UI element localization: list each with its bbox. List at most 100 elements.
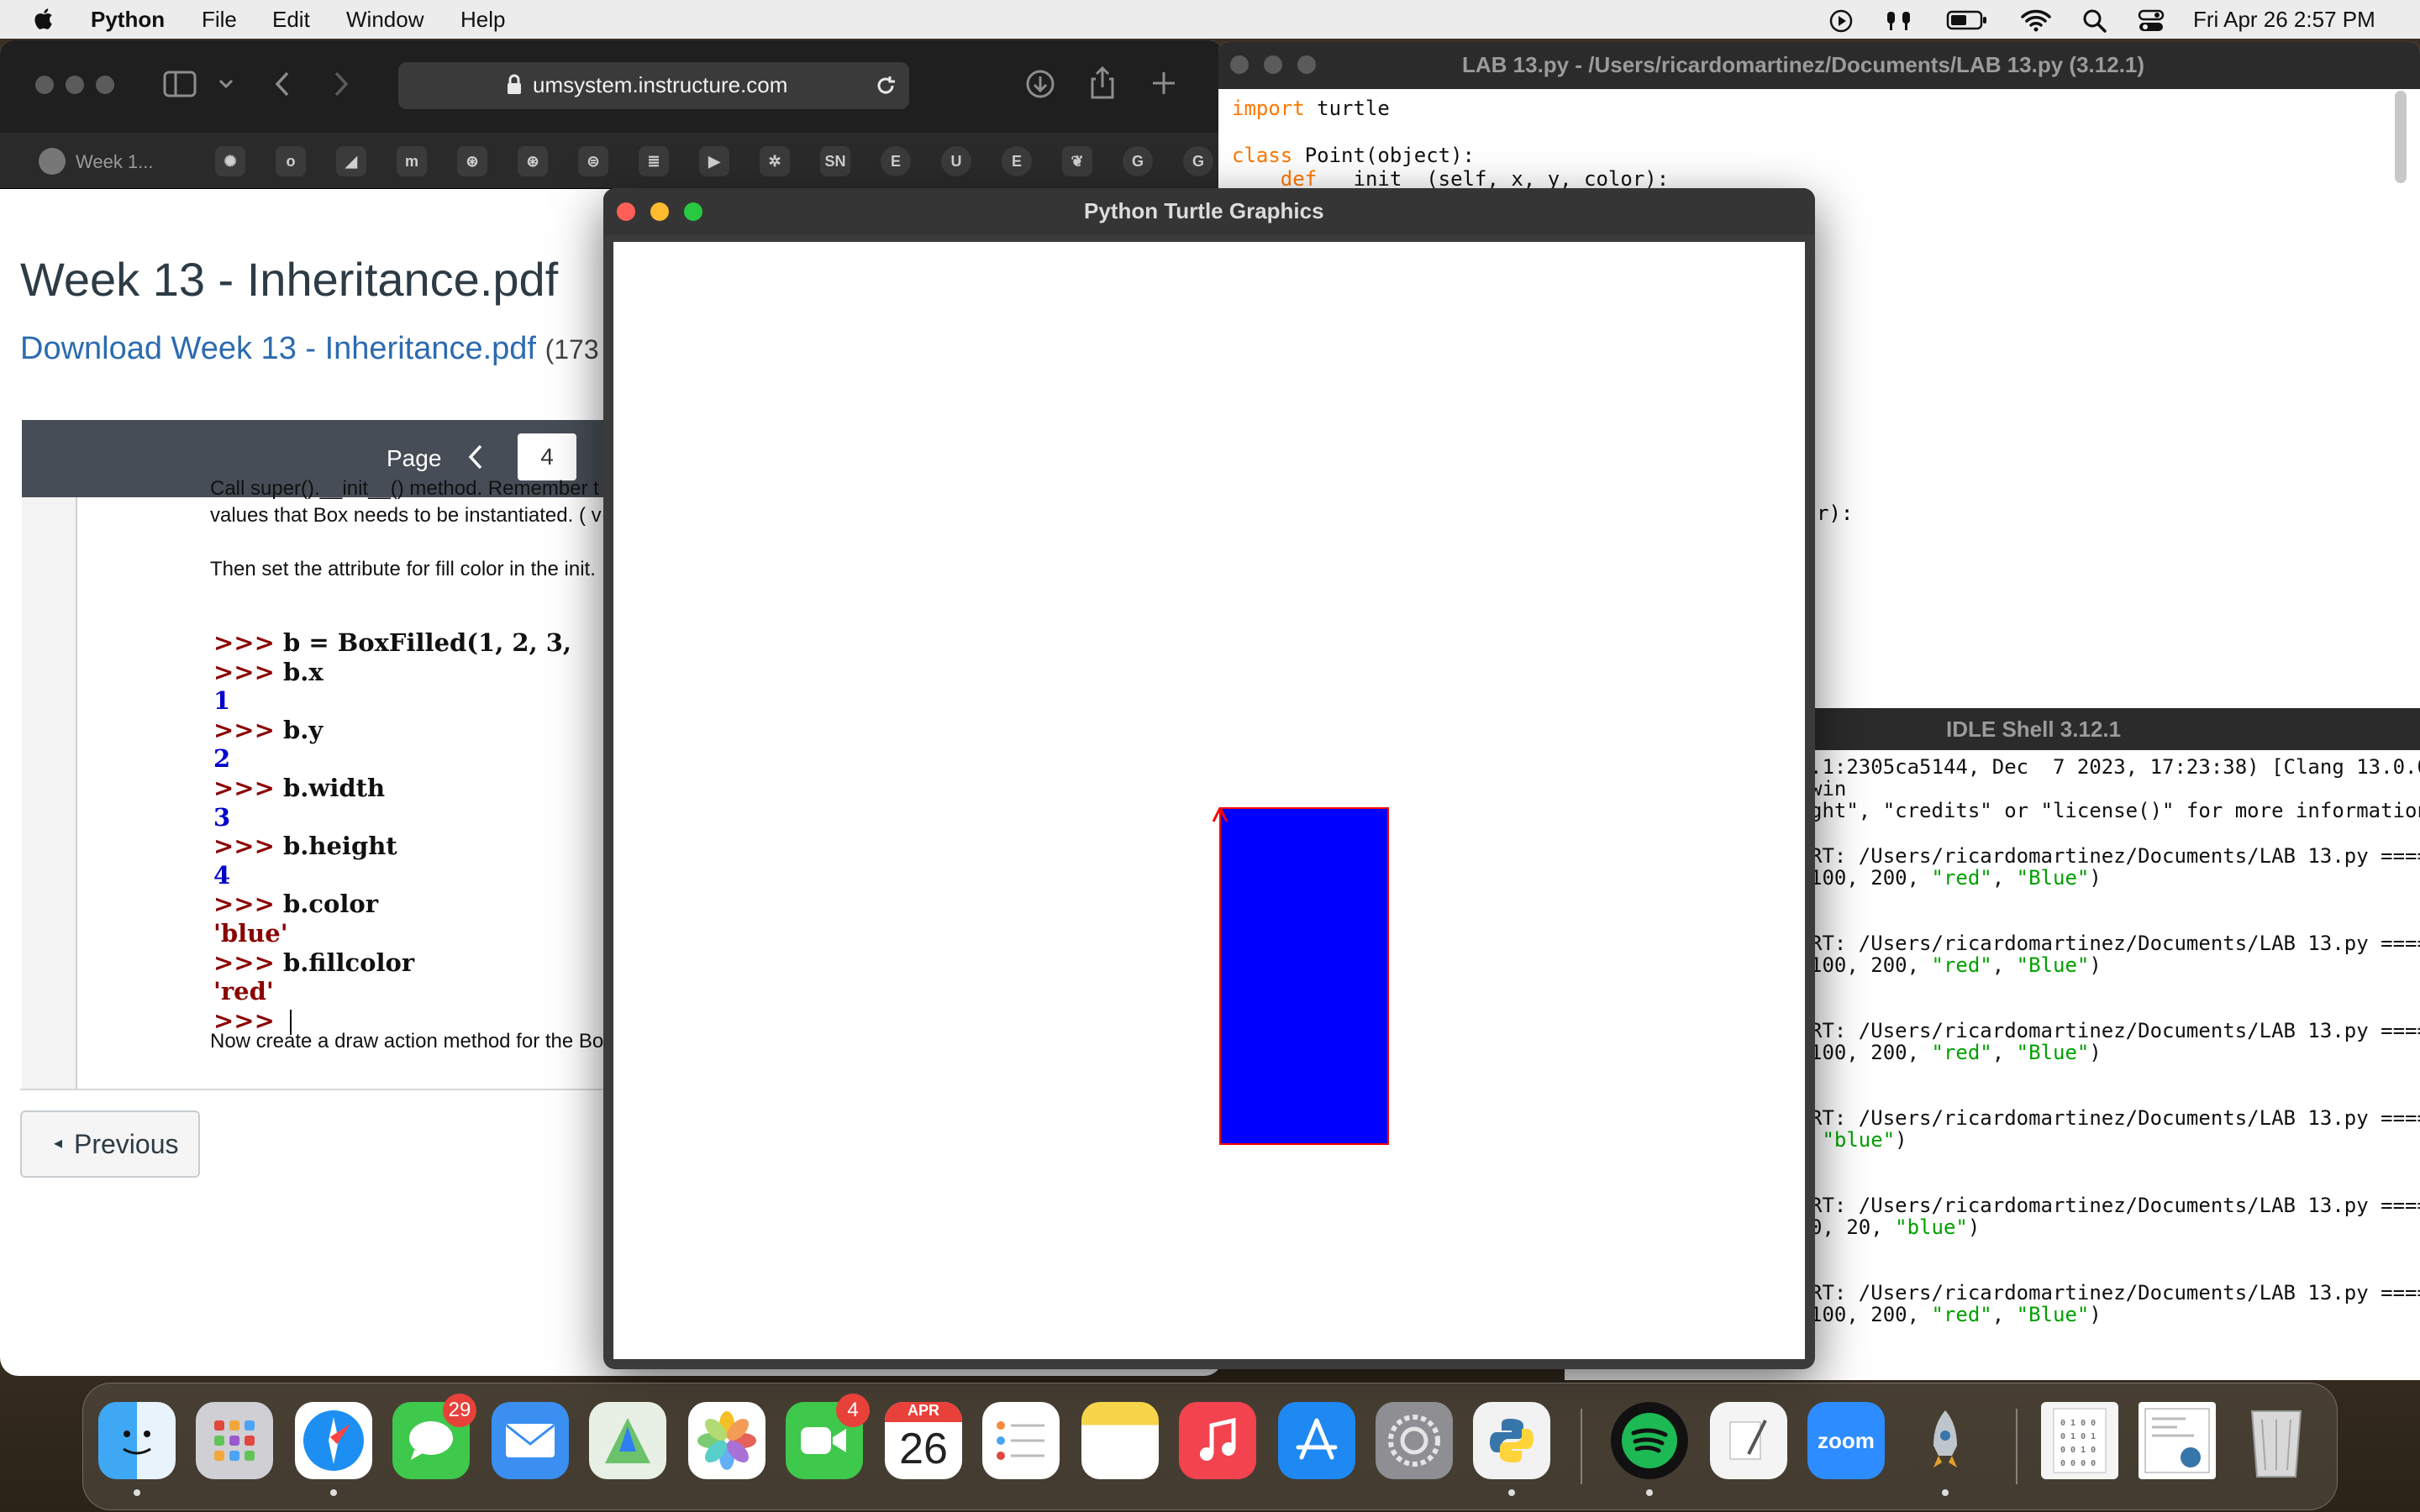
music-icon[interactable] <box>1179 1402 1256 1479</box>
app-menu-python[interactable]: Python <box>91 7 165 33</box>
minimize-window-button[interactable] <box>1264 55 1282 74</box>
maps-icon[interactable] <box>589 1402 666 1479</box>
menu-window[interactable]: Window <box>346 7 424 33</box>
canvas-icon <box>39 148 66 175</box>
pinned-tab-canvas-icon[interactable]: ✺ <box>215 146 245 176</box>
editor-scrollbar[interactable] <box>2395 91 2407 183</box>
now-playing-icon[interactable] <box>1828 8 1854 34</box>
pinned-tab-sn-icon[interactable]: SN <box>820 146 850 176</box>
share-icon[interactable] <box>1089 66 1116 99</box>
shell-title: IDLE Shell 3.12.1 <box>1946 717 2122 742</box>
idle-icon[interactable] <box>1473 1402 1550 1479</box>
pinned-tab-chatgpt-icon[interactable]: ⊛ <box>518 146 548 176</box>
reload-icon[interactable] <box>874 74 897 97</box>
pinned-tab-leaf-icon[interactable]: ❦ <box>1062 146 1092 176</box>
python-launcher-icon[interactable] <box>1907 1402 1984 1479</box>
instruction-line: Then set the attribute for fill color in… <box>210 558 596 580</box>
previous-page-icon[interactable] <box>467 444 484 470</box>
instruction-line: Call super().__init__() method. Remember… <box>210 477 599 500</box>
wifi-icon[interactable] <box>2020 8 2052 32</box>
pinned-tab-google-icon[interactable]: G <box>1183 146 1213 176</box>
zoom-window-button[interactable] <box>96 76 114 94</box>
battery-icon[interactable] <box>1946 8 1988 32</box>
address-bar[interactable]: umsystem.instructure.com <box>398 62 909 109</box>
system-settings-icon[interactable] <box>1376 1402 1453 1479</box>
chevron-down-icon[interactable] <box>218 79 234 89</box>
pinned-tab-google-icon[interactable]: G <box>1123 146 1153 176</box>
pinned-tab-star-icon[interactable]: ✲ <box>760 146 790 176</box>
safari-icon[interactable] <box>295 1402 372 1479</box>
control-center-icon[interactable] <box>2138 8 2165 34</box>
call-line: 100, 200, "red", "Blue") <box>1810 1041 2102 1064</box>
menubar-clock[interactable]: Fri Apr 26 2:57 PM <box>2193 7 2375 33</box>
file-size: (173 <box>544 334 599 365</box>
shell-header-line: win <box>1810 777 1847 801</box>
minimize-window-button[interactable] <box>650 202 669 221</box>
mail-icon[interactable] <box>492 1402 569 1479</box>
pinned-tab-u-icon[interactable]: U <box>941 146 971 176</box>
downloads-icon[interactable] <box>1025 69 1055 99</box>
photos-icon[interactable] <box>688 1402 765 1479</box>
apple-menu-icon[interactable] <box>34 6 55 31</box>
close-window-button[interactable] <box>35 76 54 94</box>
turtle-graphics-window: Python Turtle Graphics <box>603 188 1815 1369</box>
code-text: Point(object): <box>1292 144 1475 167</box>
session-output: 1 <box>213 686 231 716</box>
back-arrow-icon[interactable] <box>274 71 291 97</box>
textedit-icon[interactable] <box>1710 1402 1787 1479</box>
string-arg: "red" <box>1931 866 1992 890</box>
spotify-icon[interactable] <box>1611 1402 1688 1479</box>
call-line: 100, 200, "red", "Blue") <box>1810 1303 2102 1326</box>
notes-icon[interactable] <box>1081 1402 1159 1479</box>
forward-arrow-icon[interactable] <box>333 71 350 97</box>
zoom-app-icon[interactable]: zoom <box>1807 1402 1885 1479</box>
pinned-tab-e-icon[interactable]: E <box>881 146 911 176</box>
pinned-tab-outlook-icon[interactable]: o <box>276 146 306 176</box>
session-line: >>> b.x <box>213 658 324 686</box>
prompt-symbol: >>> <box>213 657 275 686</box>
pinned-tab-list-icon[interactable]: ≣ <box>639 146 669 176</box>
finder-icon[interactable] <box>98 1402 176 1479</box>
previous-button[interactable]: ◂ Previous <box>20 1110 200 1178</box>
close-window-button[interactable] <box>617 202 635 221</box>
calendar-month: APR <box>885 1402 962 1422</box>
tab-week-13[interactable]: Week 1... <box>32 146 192 178</box>
zoom-window-button[interactable] <box>1297 55 1316 74</box>
pinned-tab-m-icon[interactable]: m <box>397 146 427 176</box>
airpods-icon[interactable] <box>1882 8 1916 34</box>
pdf-gutter <box>22 497 77 1089</box>
page-number-input[interactable]: 4 <box>518 433 576 480</box>
trash-icon[interactable] <box>2238 1402 2315 1479</box>
binary-file-icon[interactable]: 0 1 0 0 0 1 0 1 0 0 1 0 0 0 0 0 <box>2041 1402 2118 1479</box>
pinned-tab-arrow-icon[interactable]: ▶ <box>699 146 729 176</box>
spotlight-search-icon[interactable] <box>2082 8 2107 34</box>
code-line: def __init__(self, x, y, color): <box>1232 168 1669 190</box>
session-line: >>> b = BoxFilled(1, 2, 3, <box>213 628 571 657</box>
close-window-button[interactable] <box>1230 55 1249 74</box>
new-tab-icon[interactable] <box>1151 71 1176 96</box>
pinned-tab-chatgpt-icon[interactable]: ⊛ <box>457 146 487 176</box>
calendar-icon[interactable]: APR 26 <box>885 1402 962 1479</box>
app-store-icon[interactable] <box>1278 1402 1355 1479</box>
zoom-window-button[interactable] <box>684 202 702 221</box>
minimize-window-button[interactable] <box>66 76 84 94</box>
menu-help[interactable]: Help <box>460 7 505 33</box>
session-line: 4 <box>213 861 230 890</box>
lock-icon <box>508 74 521 94</box>
launchpad-icon[interactable] <box>196 1402 273 1479</box>
pinned-tab-cap-icon[interactable]: ⊜ <box>578 146 608 176</box>
menu-file[interactable]: File <box>202 7 237 33</box>
editor-title: LAB 13.py - /Users/ricardomartinez/Docum… <box>1462 52 2145 77</box>
download-link[interactable]: Download Week 13 - Inheritance.pdf <box>20 331 536 366</box>
python-file-icon[interactable] <box>2139 1402 2216 1479</box>
call-args: 100, 200, <box>1810 866 1932 890</box>
pinned-tab-document-icon[interactable]: ◢ <box>336 146 366 176</box>
session-command: b.width <box>283 774 386 802</box>
menu-edit[interactable]: Edit <box>272 7 310 33</box>
session-output: 4 <box>213 860 231 890</box>
pinned-tab-e-icon[interactable]: E <box>1002 146 1032 176</box>
sidebar-toggle-icon[interactable] <box>163 71 197 97</box>
turtle-canvas[interactable] <box>613 242 1805 1359</box>
session-command: b.y <box>283 715 324 744</box>
reminders-icon[interactable] <box>982 1402 1060 1479</box>
